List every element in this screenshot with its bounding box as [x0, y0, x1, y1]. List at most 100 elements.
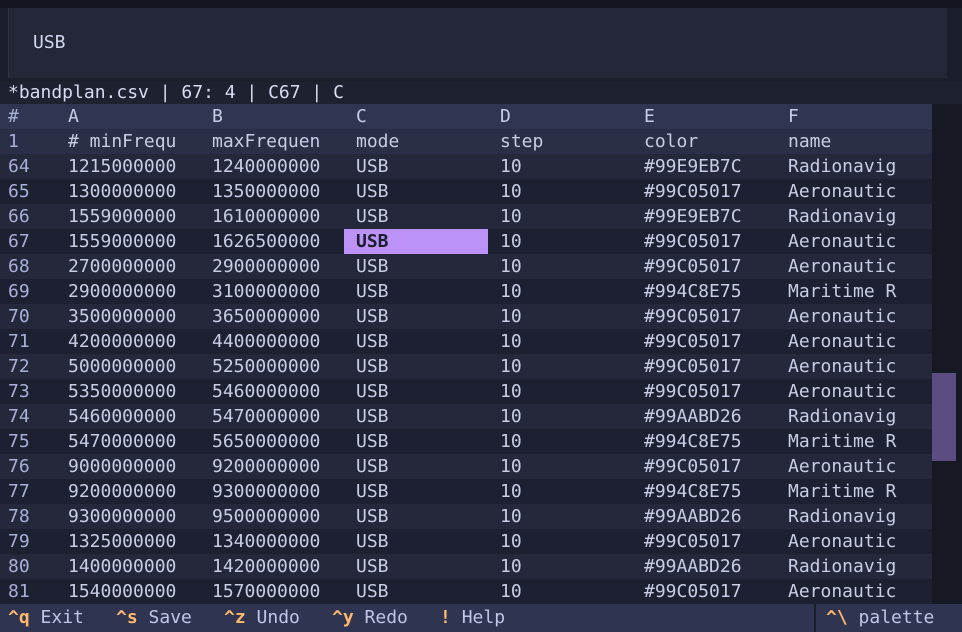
cell-col-e[interactable]: #99C05017	[644, 254, 784, 279]
cell-col-a[interactable]: 1559000000	[68, 229, 208, 254]
cell-col-b[interactable]: 5250000000	[212, 354, 352, 379]
csv-header-row[interactable]: 1 # minFrequ maxFrequen mode step color name	[0, 129, 932, 154]
cell-col-b[interactable]: 9200000000	[212, 454, 352, 479]
cell-col-b[interactable]: 1610000000	[212, 204, 352, 229]
cell-col-e[interactable]: #994C8E75	[644, 429, 784, 454]
cell-row-number[interactable]: 69	[8, 279, 64, 304]
cell-col-e[interactable]: #99C05017	[644, 579, 784, 604]
cell-col-a[interactable]: 1400000000	[68, 554, 208, 579]
cell-col-d[interactable]: 10	[500, 279, 640, 304]
cell-col-b[interactable]: 1420000000	[212, 554, 352, 579]
cell-col-a[interactable]: 5460000000	[68, 404, 208, 429]
column-header-D[interactable]: D	[500, 104, 640, 129]
table-row[interactable]: 68 2700000000 2900000000 USB 10 #99C05017 Aero…	[0, 254, 932, 279]
cell-col-e[interactable]: #99E9EB7C	[644, 204, 784, 229]
cell-col-b[interactable]: 1570000000	[212, 579, 352, 604]
cell-col-b[interactable]: 5470000000	[212, 404, 352, 429]
cell-col-c[interactable]: USB	[356, 154, 496, 179]
cell-col-d[interactable]: 10	[500, 304, 640, 329]
cell-col-e[interactable]: #99C05017	[644, 529, 784, 554]
cell-edit-value[interactable]: USB	[33, 32, 66, 53]
cell-col-d[interactable]: 10	[500, 254, 640, 279]
cell-col-a[interactable]: 9000000000	[68, 454, 208, 479]
cell-row-number[interactable]: 76	[8, 454, 64, 479]
cell-row-number[interactable]: 73	[8, 379, 64, 404]
column-header-F[interactable]: F	[788, 104, 932, 129]
cell-col-b[interactable]: 9300000000	[212, 479, 352, 504]
cell-col-b[interactable]: 2900000000	[212, 254, 352, 279]
column-header-A[interactable]: A	[68, 104, 208, 129]
cell-row-number[interactable]: 80	[8, 554, 64, 579]
exit-hint[interactable]: ^q Exit	[8, 604, 84, 632]
cell-col-f[interactable]: Aeronautic	[788, 354, 932, 379]
cell-col-c[interactable]: USB	[356, 329, 496, 354]
cell-col-c[interactable]: USB	[356, 304, 496, 329]
cell-col-e[interactable]: color	[644, 129, 784, 154]
cell-col-e[interactable]: #99AABD26	[644, 404, 784, 429]
scrollbar-thumb[interactable]	[932, 373, 956, 461]
cell-col-f[interactable]: name	[788, 129, 932, 154]
help-hint[interactable]: ! Help	[440, 604, 505, 632]
cell-col-f[interactable]: Maritime R	[788, 279, 932, 304]
cell-col-d[interactable]: 10	[500, 404, 640, 429]
cell-col-e[interactable]: #99C05017	[644, 379, 784, 404]
cell-row-number[interactable]: 67	[8, 229, 64, 254]
cell-col-e[interactable]: #99AABD26	[644, 504, 784, 529]
cell-col-d[interactable]: 10	[500, 204, 640, 229]
cell-edit-box[interactable]: USB	[8, 8, 947, 78]
cell-col-a[interactable]: 4200000000	[68, 329, 208, 354]
cell-col-b[interactable]: maxFrequen	[212, 129, 352, 154]
cell-col-c[interactable]: USB	[356, 504, 496, 529]
cell-row-number[interactable]: 70	[8, 304, 64, 329]
cell-col-f[interactable]: Maritime R	[788, 479, 932, 504]
cell-col-e[interactable]: #99C05017	[644, 354, 784, 379]
cell-col-d[interactable]: 10	[500, 229, 640, 254]
cell-col-f[interactable]: Aeronautic	[788, 529, 932, 554]
cell-col-c[interactable]: USB	[356, 254, 496, 279]
table-row[interactable]: 72 5000000000 5250000000 USB 10 #99C05017 Aero…	[0, 354, 932, 379]
cell-col-e[interactable]: #99C05017	[644, 304, 784, 329]
column-header-E[interactable]: E	[644, 104, 784, 129]
cell-col-f[interactable]: Maritime R	[788, 429, 932, 454]
cell-row-number[interactable]: 72	[8, 354, 64, 379]
cell-col-d[interactable]: 10	[500, 479, 640, 504]
cell-col-a[interactable]: 1325000000	[68, 529, 208, 554]
cell-col-a[interactable]: 1559000000	[68, 204, 208, 229]
cell-row-number[interactable]: 77	[8, 479, 64, 504]
cell-col-d[interactable]: 10	[500, 504, 640, 529]
cell-row-number[interactable]: 71	[8, 329, 64, 354]
cell-col-f[interactable]: Aeronautic	[788, 379, 932, 404]
cell-col-c[interactable]: mode	[356, 129, 496, 154]
table-row[interactable]: 67 1559000000 1626500000 USB 10 #99C05017 Aero…	[0, 229, 932, 254]
cell-col-a[interactable]: 2900000000	[68, 279, 208, 304]
table-row[interactable]: 81 1540000000 1570000000 USB 10 #99C05017 Aero…	[0, 579, 932, 604]
cell-col-f[interactable]: Radionavig	[788, 404, 932, 429]
cell-col-e[interactable]: #99E9EB7C	[644, 154, 784, 179]
cell-row-number[interactable]: 78	[8, 504, 64, 529]
save-hint[interactable]: ^s Save	[116, 604, 192, 632]
cell-col-b[interactable]: 3650000000	[212, 304, 352, 329]
cell-col-c[interactable]: USB	[356, 404, 496, 429]
column-header-row[interactable]: # A B C D E F	[0, 104, 932, 129]
cell-col-a[interactable]: 9300000000	[68, 504, 208, 529]
cell-col-f[interactable]: Radionavig	[788, 504, 932, 529]
table-row[interactable]: 66 1559000000 1610000000 USB 10 #99E9EB7C Radi…	[0, 204, 932, 229]
cell-col-d[interactable]: 10	[500, 579, 640, 604]
cell-row-number[interactable]: 81	[8, 579, 64, 604]
cell-col-a[interactable]: 5000000000	[68, 354, 208, 379]
cell-col-b[interactable]: 4400000000	[212, 329, 352, 354]
cell-row-number[interactable]: 66	[8, 204, 64, 229]
cell-col-e[interactable]: #99C05017	[644, 229, 784, 254]
cell-row-number[interactable]: 64	[8, 154, 64, 179]
cell-col-c[interactable]: USB	[356, 179, 496, 204]
cell-col-f[interactable]: Radionavig	[788, 154, 932, 179]
vertical-scrollbar[interactable]	[932, 104, 962, 604]
cell-col-a[interactable]: 1540000000	[68, 579, 208, 604]
table-row[interactable]: 65 1300000000 1350000000 USB 10 #99C05017 Aero…	[0, 179, 932, 204]
cell-col-a[interactable]: 2700000000	[68, 254, 208, 279]
cell-col-f[interactable]: Aeronautic	[788, 329, 932, 354]
cell-col-d[interactable]: 10	[500, 379, 640, 404]
column-header-C[interactable]: C	[356, 104, 496, 129]
cell-col-f[interactable]: Aeronautic	[788, 304, 932, 329]
cell-col-a[interactable]: 5350000000	[68, 379, 208, 404]
